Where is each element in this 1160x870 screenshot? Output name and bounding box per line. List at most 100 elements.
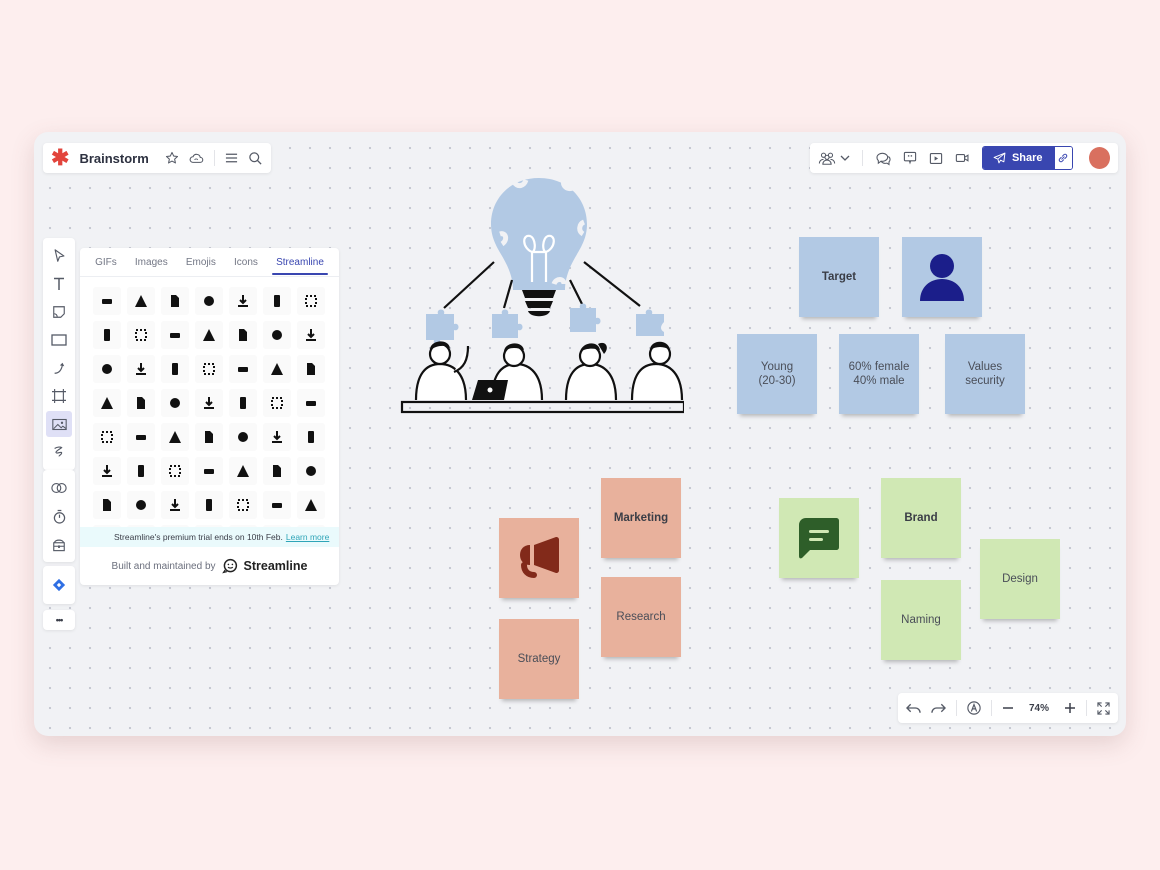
whiteboard-canvas[interactable]: ✱ Brainstorm Share ••• GIFs Images Emoji…	[34, 132, 1126, 736]
streamline-icon[interactable]	[127, 423, 155, 451]
present-icon[interactable]	[929, 152, 943, 165]
team-brainstorm-lightbulb-illustration[interactable]	[394, 172, 684, 418]
streamline-icon[interactable]	[161, 321, 189, 349]
more-tools-button[interactable]: •••	[56, 615, 64, 625]
sticky-note-values[interactable]: Values security	[945, 334, 1025, 414]
sticky-note-target[interactable]: Target	[799, 237, 879, 317]
credit-brand[interactable]: Streamline	[244, 559, 308, 573]
streamline-icon[interactable]	[127, 457, 155, 485]
streamline-icon[interactable]	[263, 321, 291, 349]
comments-icon[interactable]	[875, 151, 891, 166]
streamline-icon[interactable]	[161, 389, 189, 417]
streamline-icon[interactable]	[93, 355, 121, 383]
streamline-icon[interactable]	[195, 287, 223, 315]
streamline-icon[interactable]	[229, 355, 257, 383]
collaborators-menu[interactable]	[818, 151, 850, 165]
connector-tool[interactable]	[46, 355, 72, 381]
cloud-sync-icon[interactable]	[189, 151, 204, 165]
sticky-note-design[interactable]: Design	[980, 539, 1060, 619]
shape-tool[interactable]	[46, 327, 72, 353]
media-tool[interactable]	[46, 411, 72, 437]
sticky-note-marketing[interactable]: Marketing	[601, 478, 681, 558]
streamline-icon[interactable]	[297, 389, 325, 417]
tab-emojis[interactable]: Emojis	[184, 251, 218, 274]
streamline-icon[interactable]	[161, 457, 189, 485]
streamline-icon[interactable]	[263, 423, 291, 451]
streamline-icon[interactable]	[195, 321, 223, 349]
fullscreen-icon[interactable]	[1097, 701, 1110, 715]
timer-tool[interactable]	[46, 503, 72, 529]
streamline-icon[interactable]	[263, 389, 291, 417]
streamline-icon[interactable]	[127, 389, 155, 417]
streamline-icon[interactable]	[297, 287, 325, 315]
sticky-note-strategy[interactable]: Strategy	[499, 619, 579, 699]
streamline-icon[interactable]	[161, 355, 189, 383]
streamline-icon[interactable]	[263, 457, 291, 485]
streamline-icon[interactable]	[297, 457, 325, 485]
frame-tool[interactable]	[46, 383, 72, 409]
streamline-icon[interactable]	[93, 491, 121, 519]
user-avatar[interactable]	[1088, 147, 1110, 169]
sticky-note-gender[interactable]: 60% female 40% male	[839, 334, 919, 414]
streamline-icon[interactable]	[195, 355, 223, 383]
menu-icon[interactable]	[225, 152, 238, 164]
board-title[interactable]: Brainstorm	[79, 151, 148, 166]
tab-streamline[interactable]: Streamline	[272, 251, 328, 275]
streamline-icon[interactable]	[127, 287, 155, 315]
star-icon[interactable]	[165, 151, 179, 165]
undo-icon[interactable]	[906, 702, 921, 714]
tab-icons[interactable]: Icons	[232, 251, 260, 274]
streamline-icon[interactable]	[229, 389, 257, 417]
streamline-icon[interactable]	[297, 423, 325, 451]
streamline-icon[interactable]	[161, 423, 189, 451]
streamline-icon[interactable]	[297, 321, 325, 349]
zoom-in-icon[interactable]	[1064, 702, 1076, 714]
streamline-icon[interactable]	[297, 355, 325, 383]
text-tool[interactable]	[46, 271, 72, 297]
sticky-note-message[interactable]	[779, 498, 859, 578]
learn-more-link[interactable]: Learn more	[286, 532, 329, 542]
private-mode-tool[interactable]	[46, 531, 72, 557]
asterisk-logo-icon[interactable]: ✱	[51, 147, 69, 169]
sticky-note-research[interactable]: Research	[601, 577, 681, 657]
tab-images[interactable]: Images	[133, 251, 170, 274]
redo-icon[interactable]	[931, 702, 946, 714]
streamline-icon[interactable]	[93, 287, 121, 315]
streamline-icon[interactable]	[229, 457, 257, 485]
sticky-note-brand[interactable]: Brand	[881, 478, 961, 558]
streamline-icon[interactable]	[263, 287, 291, 315]
templates-tool[interactable]	[46, 475, 72, 501]
sticky-note-person[interactable]	[902, 237, 982, 317]
streamline-icon[interactable]	[195, 389, 223, 417]
streamline-icon[interactable]	[93, 423, 121, 451]
streamline-icon[interactable]	[229, 423, 257, 451]
draw-tool[interactable]	[46, 439, 72, 465]
streamline-icon[interactable]	[263, 355, 291, 383]
streamline-icon[interactable]	[229, 321, 257, 349]
streamline-icon[interactable]	[161, 491, 189, 519]
streamline-icon[interactable]	[93, 389, 121, 417]
sticky-note-tool[interactable]	[46, 299, 72, 325]
select-tool[interactable]	[46, 243, 72, 269]
streamline-icon[interactable]	[93, 457, 121, 485]
streamline-icon[interactable]	[195, 423, 223, 451]
streamline-icon[interactable]	[229, 491, 257, 519]
streamline-icon[interactable]	[195, 491, 223, 519]
sticky-note-megaphone[interactable]	[499, 518, 579, 598]
tab-gifs[interactable]: GIFs	[93, 251, 119, 274]
zoom-level[interactable]: 74%	[1024, 703, 1054, 714]
streamline-icon[interactable]	[127, 321, 155, 349]
streamline-icon[interactable]	[297, 491, 325, 519]
search-icon[interactable]	[248, 151, 263, 166]
integration-tool[interactable]	[46, 572, 72, 598]
chat-icon[interactable]	[903, 151, 917, 165]
streamline-icon[interactable]	[127, 491, 155, 519]
zoom-out-icon[interactable]	[1002, 702, 1014, 714]
share-button[interactable]: Share	[982, 147, 1055, 169]
streamline-icon[interactable]	[229, 287, 257, 315]
streamline-icon[interactable]	[161, 287, 189, 315]
copy-link-button[interactable]	[1054, 147, 1072, 169]
streamline-icon[interactable]	[127, 355, 155, 383]
autofit-icon[interactable]	[967, 701, 981, 715]
video-icon[interactable]	[955, 152, 970, 164]
